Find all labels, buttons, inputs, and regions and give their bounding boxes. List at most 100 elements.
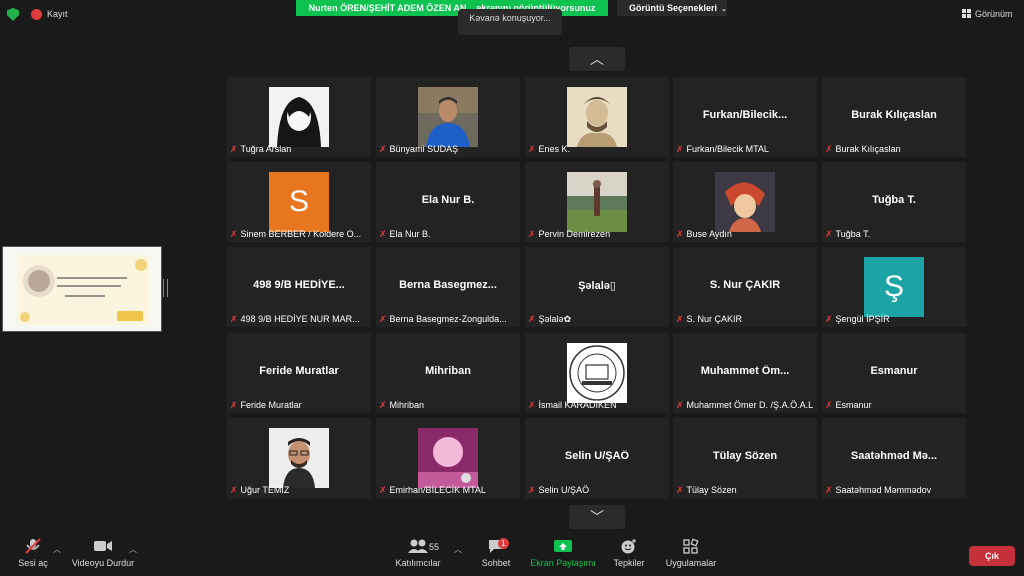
exit-button[interactable]: Çık (969, 546, 1015, 566)
participant-tile[interactable]: Ş ✗ Şengül İPŞİR (822, 247, 966, 327)
participant-tile[interactable]: Tülay Sözen ✗ Tülay Sözen (673, 418, 817, 498)
participant-name: Uğur TEMİZ (240, 485, 290, 495)
participant-tile[interactable]: Selin U/ŞAÖ ✗ Selin U/ŞAÖ (525, 418, 669, 498)
muted-mic-icon: ✗ (230, 314, 238, 324)
muted-mic-icon: ✗ (676, 400, 684, 410)
participant-name-label: ✗ Tuğra Arslan (230, 144, 291, 155)
chat-button[interactable]: Sohbet (480, 530, 512, 568)
chat-badge: 1 (498, 538, 509, 549)
participants-icon (408, 539, 428, 553)
grid-icon (962, 9, 971, 18)
participant-tile[interactable]: S. Nur ÇAKIR ✗ S. Nur ÇAKIR (673, 247, 817, 327)
participant-name-label: ✗ Esmanur (825, 400, 872, 411)
participants-options-chevron-icon[interactable]: ︿ (454, 544, 462, 555)
layout-button[interactable]: Görünüm (962, 9, 1013, 19)
muted-mic-icon: ✗ (230, 400, 238, 410)
participant-display-name: Tülay Sözen (712, 450, 778, 462)
participant-tile[interactable]: Mihriban ✗ Mihriban (376, 333, 520, 413)
participant-name: Saatəhməd Məmmədov (835, 485, 932, 495)
participant-tile[interactable]: ✗ İsmail KARADİKEN (525, 333, 669, 413)
audio-options-chevron-icon[interactable]: ︿ (53, 544, 61, 555)
resize-handle[interactable] (163, 279, 168, 297)
security-shield-icon[interactable] (7, 8, 19, 21)
muted-mic-icon: ✗ (528, 400, 536, 410)
participant-name-label: ✗ 498 9/B HEDİYE NUR MAR... (230, 314, 360, 325)
muted-mic-icon: ✗ (676, 144, 684, 154)
reactions-label: Tepkiler (613, 558, 645, 568)
muted-mic-icon: ✗ (528, 229, 536, 239)
share-screen-icon (554, 540, 572, 552)
stop-video-label: Videoyu Durdur (71, 558, 135, 568)
stop-video-button[interactable]: Videoyu Durdur (68, 530, 138, 568)
participant-name: 498 9/B HEDİYE NUR MAR... (240, 314, 360, 324)
participant-tile[interactable]: ✗ Pervin Demirezen (525, 162, 669, 242)
avatar (269, 87, 329, 147)
participant-tile[interactable]: Furkan/Bilecik... ✗ Furkan/Bilecik MTAL (673, 77, 817, 157)
participant-tile[interactable]: ✗ Bünyami SUDAŞ (376, 77, 520, 157)
participant-tile[interactable]: Esmanur ✗ Esmanur (822, 333, 966, 413)
apps-icon (683, 538, 699, 554)
participant-tile[interactable]: ✗ Buse Aydın (673, 162, 817, 242)
unmute-label: Sesi aç (18, 558, 48, 568)
avatar: S (269, 172, 329, 232)
participant-tile[interactable]: ✗ Tuğra Arslan (227, 77, 371, 157)
participant-name-label: ✗ Mihriban (379, 400, 424, 411)
participant-name: Burak Kılıçaslan (835, 144, 901, 154)
layout-label: Görünüm (975, 9, 1013, 19)
participant-tile[interactable]: Saatəhməd Mə... ✗ Saatəhməd Məmmədov (822, 418, 966, 498)
participant-tile[interactable]: Tuğba T. ✗ Tuğba T. (822, 162, 966, 242)
meeting-toolbar: Sesi aç ︿ Videoyu Durdur ︿ Katılımcılar … (0, 530, 1024, 576)
participant-tile[interactable]: Burak Kılıçaslan ✗ Burak Kılıçaslan (822, 77, 966, 157)
participant-display-name: Burak Kılıçaslan (851, 109, 937, 121)
avatar (269, 428, 329, 488)
avatar (567, 172, 627, 232)
shared-slide (17, 255, 149, 325)
participant-name-label: ✗ Şəlalə✿ (528, 314, 571, 325)
view-options-label: Görüntü Seçenekleri (629, 3, 718, 13)
muted-mic-icon: ✗ (379, 400, 387, 410)
participant-name-label: ✗ Pervin Demirezen (528, 229, 610, 240)
apps-button[interactable]: Uygulamalar (662, 530, 720, 568)
shared-screen-thumbnail[interactable] (2, 246, 162, 332)
participant-tile[interactable]: ✗ Emirhan/BİLECİK MTAL (376, 418, 520, 498)
participant-display-name: Berna Basegmez... (399, 279, 497, 291)
avatar (567, 343, 627, 403)
participant-tile[interactable]: ✗ Uğur TEMİZ (227, 418, 371, 498)
participant-tile[interactable]: ✗ Enes K. (525, 77, 669, 157)
participant-name-label: ✗ S. Nur ÇAKIR (676, 314, 742, 325)
muted-mic-icon (25, 538, 41, 554)
unmute-button[interactable]: Sesi aç (14, 530, 52, 568)
view-options-button[interactable]: Görüntü Seçenekleri ⌄ (617, 0, 727, 16)
chat-label: Sohbet (481, 558, 511, 568)
page-up-button[interactable]: ︿ (569, 47, 625, 71)
chevron-down-icon: ﹀ (590, 509, 604, 525)
participant-display-name: Mihriban (425, 365, 471, 377)
participant-tile[interactable]: Ela Nur B. ✗ Ela Nur B. (376, 162, 520, 242)
participant-name-label: ✗ Saatəhməd Məmmədov (825, 485, 931, 496)
participant-name: Berna Basegmez-Zongulda... (389, 314, 507, 324)
muted-mic-icon: ✗ (230, 229, 238, 239)
reactions-button[interactable]: Tepkiler (610, 530, 648, 568)
apps-label: Uygulamalar (665, 558, 717, 568)
participant-tile[interactable]: Feride Muratlar ✗ Feride Muratlar (227, 333, 371, 413)
participant-name: Bünyami SUDAŞ (389, 144, 459, 154)
avatar (418, 87, 478, 147)
page-down-button[interactable]: ﹀ (569, 505, 625, 529)
share-screen-button[interactable]: Ekran Paylaşımı (530, 530, 596, 568)
muted-mic-icon: ✗ (379, 229, 387, 239)
video-options-chevron-icon[interactable]: ︿ (129, 544, 137, 555)
participant-tile[interactable]: Berna Basegmez... ✗ Berna Basegmez-Zonguld… (376, 247, 520, 327)
participant-display-name: Şəlalə▯ (578, 280, 616, 292)
recording-icon[interactable] (31, 9, 42, 20)
participant-tile[interactable]: Muhammet Öm... ✗ Muhammet Ömer D. /Ş.A.Ö.A… (673, 333, 817, 413)
participant-display-name: Ela Nur B. (421, 194, 475, 206)
muted-mic-icon: ✗ (379, 485, 387, 495)
participant-tile[interactable]: 498 9/B HEDİYE... ✗ 498 9/B HEDİYE NUR MAR… (227, 247, 371, 327)
participant-name: Pervin Demirezen (538, 229, 611, 239)
recording-label[interactable]: Kayıt (47, 9, 68, 19)
participant-tile[interactable]: S ✗ Sinem BERBER / Koldere O... (227, 162, 371, 242)
participant-name: Tülay Sözen (686, 485, 737, 495)
participant-tile[interactable]: Şəlalə▯ ✗ Şəlalə✿ (525, 247, 669, 327)
participant-name-label: ✗ Furkan/Bilecik MTAL (676, 144, 769, 155)
muted-mic-icon: ✗ (825, 485, 833, 495)
